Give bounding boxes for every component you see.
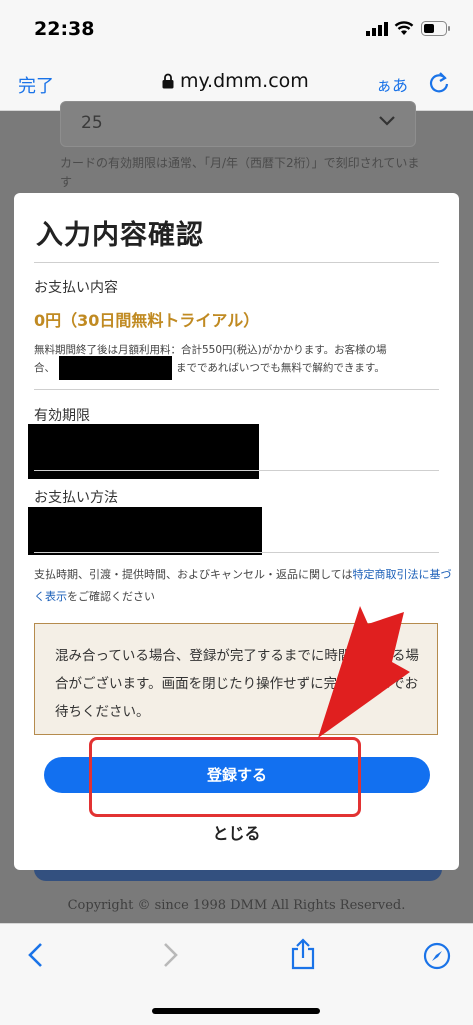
method-label: お支払い方法	[34, 490, 118, 506]
select-value: 25	[81, 113, 103, 133]
compass-icon[interactable]	[423, 942, 451, 970]
modal-title: 入力内容確認	[36, 220, 204, 251]
lock-icon	[162, 73, 174, 89]
card-expiry-note: カードの有効期限は通常、「月/年（西暦下2桁）」で刻印されています	[60, 156, 420, 189]
status-bar: 22:38	[0, 0, 473, 60]
forward-icon[interactable]	[160, 942, 180, 968]
red-highlight-box	[89, 737, 361, 817]
red-arrow-icon	[318, 606, 410, 738]
notice-line-2-start: 合、	[34, 362, 55, 374]
signal-icon	[366, 22, 388, 36]
price-text: 0円（30日間無料トライアル）	[34, 311, 260, 330]
section-divider	[34, 552, 439, 553]
payment-label: お支払い内容	[34, 280, 118, 296]
chevron-down-icon	[379, 116, 395, 126]
notice-line-2: 合、 までであればいつでも無料で解約できます。	[34, 360, 385, 375]
share-icon[interactable]	[289, 938, 317, 970]
battery-icon	[421, 21, 450, 36]
expiry-year-select: 25	[60, 101, 416, 147]
wifi-icon	[394, 21, 414, 35]
section-divider	[34, 470, 439, 471]
legal-prefix: 支払時期、引渡・提供時間、およびキャンセル・返品に関しては	[34, 568, 353, 581]
expiry-label: 有効期限	[34, 408, 90, 424]
redacted-payment-method	[28, 507, 262, 555]
title-divider	[34, 262, 439, 263]
copyright: Copyright © since 1998 DMM All Rights Re…	[67, 898, 406, 913]
legal-suffix: をご確認ください	[67, 590, 155, 603]
notice-line-2-end: までであればいつでも無料で解約できます。	[176, 362, 385, 374]
section-divider	[34, 389, 439, 390]
back-icon[interactable]	[26, 942, 46, 968]
text-size-button[interactable]: ぁあ	[376, 72, 408, 96]
done-button[interactable]: 完了	[18, 72, 54, 98]
url-field[interactable]: my.dmm.com	[162, 70, 309, 92]
redacted-date	[59, 356, 172, 380]
home-indicator	[152, 1008, 320, 1014]
clock: 22:38	[34, 18, 95, 40]
reload-icon[interactable]	[428, 70, 450, 94]
url-text: my.dmm.com	[180, 70, 309, 92]
close-button[interactable]: とじる	[14, 820, 459, 844]
